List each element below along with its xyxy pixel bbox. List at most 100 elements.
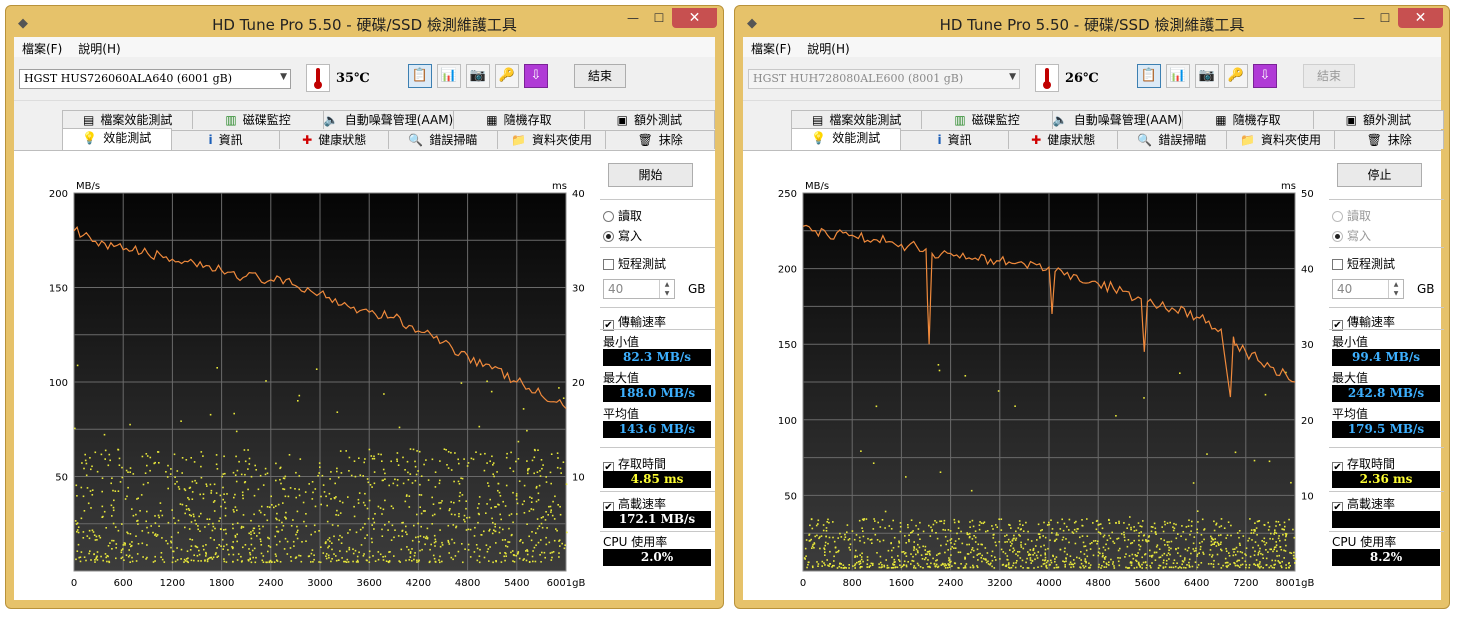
copy-text-icon[interactable]: 📋: [1137, 64, 1161, 88]
tab-file-benchmark[interactable]: ▤ 檔案效能測試: [62, 110, 194, 129]
tab-folder-usage[interactable]: 📁 資料夾使用: [1225, 130, 1336, 149]
access-time-point: [308, 555, 311, 557]
access-time-point: [1235, 546, 1238, 549]
access-time-point: [85, 462, 88, 465]
tab-extra-tests[interactable]: ▣ 額外測試: [583, 110, 716, 129]
read-radio[interactable]: 讀取: [1332, 207, 1371, 224]
min-label: 最小值: [603, 335, 640, 349]
access-time-point: [304, 491, 307, 493]
tab-info[interactable]: i 資訊: [899, 130, 1010, 149]
stop-button[interactable]: 停止: [1337, 163, 1422, 187]
maximize-button[interactable]: ☐: [646, 8, 672, 28]
access-time-point: [1158, 548, 1161, 550]
access-time-point: [1059, 528, 1062, 530]
access-time-point: [933, 563, 936, 565]
access-time-point: [1095, 520, 1098, 522]
drive-select[interactable]: HGST HUH728080ALE600 (8001 gB) ▼: [748, 69, 1020, 89]
access-time-point: [1217, 563, 1220, 565]
tab-erase[interactable]: 🗑 抹除: [1334, 130, 1445, 149]
menu-help[interactable]: 說明(H): [799, 37, 857, 57]
screenshot-camera-icon[interactable]: 📷: [466, 64, 490, 88]
tab-benchmark[interactable]: 💡 效能測試: [62, 128, 172, 150]
access-time-point: [1027, 538, 1029, 541]
short-test-size-stepper[interactable]: 40 ▲ ▼: [1332, 279, 1404, 299]
close-button[interactable]: ✕: [1398, 8, 1443, 28]
short-test-checkbox[interactable]: 短程測試: [1332, 255, 1395, 272]
maximize-button[interactable]: ☐: [1372, 8, 1398, 28]
stepper-arrows-icon[interactable]: ▲ ▼: [659, 280, 674, 298]
menu-file[interactable]: 檔案(F): [743, 37, 799, 57]
access-time-point: [453, 542, 456, 544]
tab-extra-tests[interactable]: ▣ 額外測試: [1312, 110, 1445, 129]
write-radio[interactable]: 寫入: [1332, 227, 1371, 244]
access-time-point: [1184, 557, 1186, 559]
menu-file[interactable]: 檔案(F): [14, 37, 70, 57]
exit-button[interactable]: 結束: [574, 64, 626, 88]
short-test-checkbox[interactable]: 短程測試: [603, 255, 666, 272]
close-button[interactable]: ✕: [672, 8, 717, 28]
minimize-button[interactable]: —: [620, 8, 646, 28]
access-time-point: [994, 541, 997, 544]
access-time-point: [146, 455, 149, 457]
tab-file-benchmark[interactable]: ▤ 檔案效能測試: [791, 110, 923, 129]
access-time-point: [1279, 546, 1282, 548]
tab-random-access[interactable]: ▦ 隨機存取: [1182, 110, 1314, 129]
stepper-arrows-icon[interactable]: ▲ ▼: [1388, 280, 1403, 298]
access-time-point: [1089, 564, 1092, 566]
access-time-point: [1248, 564, 1251, 566]
drive-select[interactable]: HGST HUS726060ALA640 (6001 gB) ▼: [19, 69, 291, 89]
tab-aam[interactable]: 🔈 自動噪聲管理(AAM): [322, 110, 455, 129]
access-time-point: [1128, 555, 1131, 557]
options-icon[interactable]: 🔑: [1224, 64, 1248, 88]
screenshot-camera-icon[interactable]: 📷: [1195, 64, 1219, 88]
access-time-point: [439, 529, 441, 531]
burst-rate-value: [1332, 511, 1440, 528]
short-test-size-stepper[interactable]: 40 ▲ ▼: [603, 279, 675, 299]
tab-benchmark[interactable]: 💡 效能測試: [791, 128, 901, 150]
access-time-point: [180, 548, 183, 551]
access-time-point: [275, 517, 277, 520]
exit-button[interactable]: 結束: [1303, 64, 1355, 88]
copy-text-icon[interactable]: 📋: [408, 64, 432, 88]
copy-graph-icon[interactable]: 📊: [437, 64, 461, 88]
tab-random-access[interactable]: ▦ 隨機存取: [453, 110, 585, 129]
save-down-arrow-icon[interactable]: ⇩: [1253, 64, 1277, 88]
tab-health[interactable]: ✚ 健康狀態: [279, 130, 390, 149]
tab-folder-usage[interactable]: 📁 資料夾使用: [496, 130, 607, 149]
tab-erase[interactable]: 🗑 抹除: [605, 130, 716, 149]
tab-disk-monitor[interactable]: ▥ 磁碟監控: [921, 110, 1053, 129]
access-time-point: [936, 554, 938, 556]
access-time-point: [1236, 564, 1239, 567]
tab-disk-monitor[interactable]: ▥ 磁碟監控: [192, 110, 324, 129]
access-time-point: [195, 482, 198, 484]
access-time-point: [202, 545, 204, 547]
access-time-point: [445, 449, 447, 451]
access-time-point: [457, 550, 460, 553]
access-time-point: [434, 538, 437, 541]
menu-help[interactable]: 說明(H): [70, 37, 128, 57]
access-time-point: [943, 519, 946, 522]
copy-graph-icon[interactable]: 📊: [1166, 64, 1190, 88]
access-time-point: [984, 547, 987, 549]
access-time-point: [76, 364, 79, 367]
tab-error-scan[interactable]: 🔍 錯誤掃瞄: [388, 130, 498, 149]
access-time-point: [1050, 519, 1052, 521]
tab-info[interactable]: i 資訊: [170, 130, 281, 149]
access-time-point: [840, 536, 843, 538]
minimize-button[interactable]: —: [1346, 8, 1372, 28]
tab-error-scan[interactable]: 🔍 錯誤掃瞄: [1117, 130, 1227, 149]
start-button[interactable]: 開始: [608, 163, 693, 187]
access-time-point: [893, 536, 896, 539]
access-time-point: [1179, 372, 1181, 374]
title-bar[interactable]: ◆ HD Tune Pro 5.50 - 硬碟/SSD 檢測維護工具 — ☐ ✕: [6, 6, 723, 36]
access-time-point: [290, 560, 293, 562]
options-icon[interactable]: 🔑: [495, 64, 519, 88]
read-radio[interactable]: 讀取: [603, 207, 642, 224]
tab-health[interactable]: ✚ 健康狀態: [1008, 130, 1119, 149]
separator: [600, 199, 715, 200]
title-bar[interactable]: ◆ HD Tune Pro 5.50 - 硬碟/SSD 檢測維護工具 — ☐ ✕: [735, 6, 1449, 36]
tab-aam[interactable]: 🔈 自動噪聲管理(AAM): [1051, 110, 1184, 129]
save-down-arrow-icon[interactable]: ⇩: [524, 64, 548, 88]
write-radio[interactable]: 寫入: [603, 227, 642, 244]
chevron-down-icon: ▼: [1009, 72, 1016, 82]
